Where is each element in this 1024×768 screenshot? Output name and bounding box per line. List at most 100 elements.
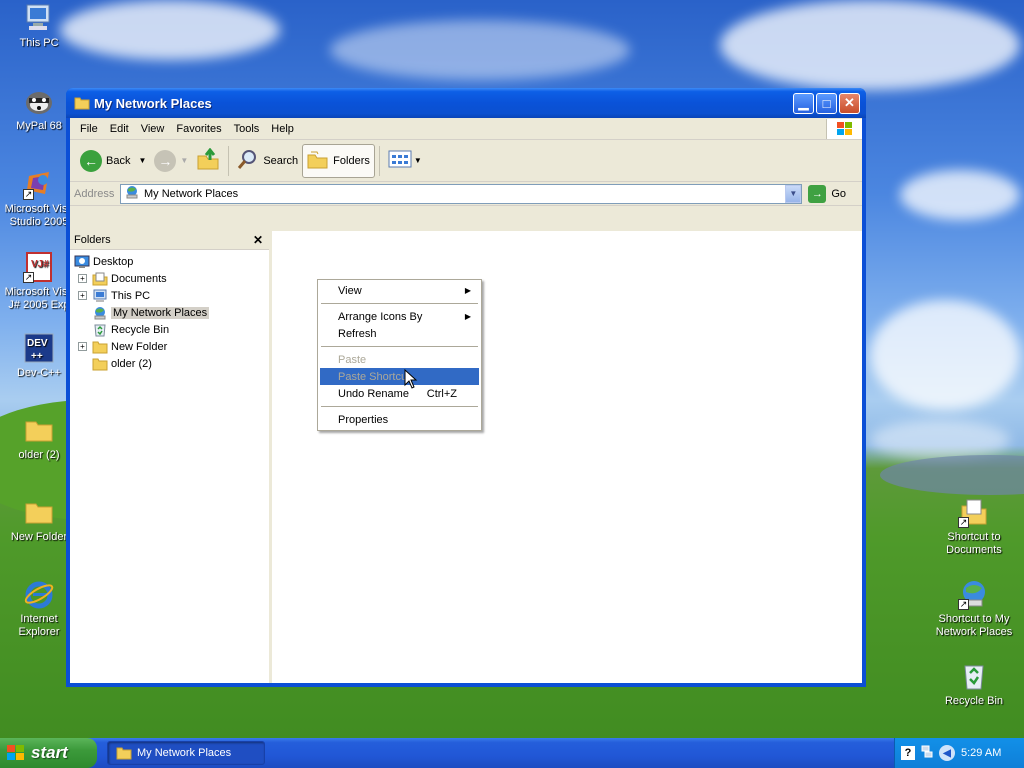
computer-icon xyxy=(23,2,55,34)
tree-item-my-network-places[interactable]: My Network Places xyxy=(70,304,269,321)
taskbar-button-label: My Network Places xyxy=(137,747,232,759)
folders-pane-header: Folders ✕ xyxy=(70,231,269,250)
views-button[interactable]: ▼ xyxy=(384,144,426,178)
ctx-item-arrange-icons[interactable]: Arrange Icons By ▶ xyxy=(320,308,479,325)
ctx-item-label: Paste Shortcut xyxy=(338,370,411,383)
forward-button[interactable]: → ▼ xyxy=(150,144,192,178)
window-title: My Network Places xyxy=(94,95,212,111)
tree-item-older[interactable]: older (2) xyxy=(70,355,269,372)
menu-file[interactable]: File xyxy=(74,123,104,135)
vj-icon: VJ# ↗ xyxy=(23,251,55,283)
chevron-down-icon: ▼ xyxy=(413,156,422,165)
ctx-item-paste-shortcut[interactable]: Paste Shortcut xyxy=(320,368,479,385)
forward-arrow-icon: → xyxy=(154,149,177,172)
chevron-left-icon[interactable]: ◀ xyxy=(939,745,955,761)
menu-separator xyxy=(321,406,478,407)
back-label: Back xyxy=(106,154,131,167)
ctx-item-view[interactable]: View ▶ xyxy=(320,282,479,299)
minimize-icon: ▁ xyxy=(798,95,809,110)
network-status-icon[interactable] xyxy=(921,745,933,762)
chevron-down-icon: ▼ xyxy=(180,156,189,165)
folder-icon xyxy=(23,414,55,446)
title-bar[interactable]: My Network Places ▁ □ ✕ xyxy=(66,88,866,118)
toolbar-separator xyxy=(378,145,380,176)
address-field[interactable]: My Network Places ▼ xyxy=(120,183,803,204)
menu-tools[interactable]: Tools xyxy=(228,123,266,135)
expand-toggle[interactable]: + xyxy=(78,291,87,300)
internet-explorer-icon xyxy=(23,578,55,610)
tree-item-recycle-bin[interactable]: Recycle Bin xyxy=(70,321,269,338)
menu-edit[interactable]: Edit xyxy=(104,123,135,135)
folder-icon xyxy=(116,746,132,760)
desktop-icon-label: Shortcut to My Network Places xyxy=(935,613,1013,638)
maximize-icon: □ xyxy=(822,95,831,111)
tree-item-documents[interactable]: + Documents xyxy=(70,270,269,287)
taskbar-button-my-network-places[interactable]: My Network Places xyxy=(107,741,265,765)
up-button[interactable] xyxy=(192,144,224,178)
folders-icon xyxy=(307,149,329,172)
folder-icon xyxy=(23,496,55,528)
search-label: Search xyxy=(263,154,299,167)
network-places-icon xyxy=(92,306,108,320)
address-dropdown-button[interactable]: ▼ xyxy=(785,184,802,203)
close-pane-icon[interactable]: ✕ xyxy=(253,233,263,247)
help-icon[interactable]: ? xyxy=(901,746,915,760)
close-button[interactable]: ✕ xyxy=(839,92,860,114)
tree-item-this-pc[interactable]: + This PC xyxy=(70,287,269,304)
submenu-arrow-icon: ▶ xyxy=(464,286,471,295)
tree-item-new-folder[interactable]: + New Folder xyxy=(70,338,269,355)
desktop-icon-label: Recycle Bin xyxy=(944,695,1004,707)
computer-icon xyxy=(92,289,108,303)
address-label: Address xyxy=(74,187,115,200)
chevron-down-icon: ▼ xyxy=(789,189,798,198)
svg-text:DEV: DEV xyxy=(27,338,48,349)
ctx-item-refresh[interactable]: Refresh xyxy=(320,325,479,342)
desktop-icon-label: This PC xyxy=(19,37,59,49)
desktop-icon-shortcut-documents[interactable]: ↗ Shortcut to Documents xyxy=(935,496,1013,557)
desktop-icon-label: Shortcut to Documents xyxy=(946,531,1002,556)
network-places-icon xyxy=(124,185,140,202)
folder-tree: Desktop + Documents + This PC My Network… xyxy=(70,250,269,372)
tree-item-label: New Folder xyxy=(111,340,168,353)
address-bar: Address My Network Places ▼ → Go xyxy=(70,182,862,206)
ctx-item-paste[interactable]: Paste xyxy=(320,351,479,368)
menu-separator xyxy=(321,346,478,347)
ctx-item-properties[interactable]: Properties xyxy=(320,411,479,428)
folders-pane: Folders ✕ Desktop + Documents + This PC … xyxy=(70,231,272,683)
svg-text:VJ#: VJ# xyxy=(31,259,49,270)
folders-button[interactable]: Folders xyxy=(302,143,375,178)
desktop-icon-shortcut-network[interactable]: ↗ Shortcut to My Network Places xyxy=(935,578,1013,639)
folder-icon xyxy=(74,96,90,110)
menu-separator xyxy=(321,303,478,304)
clock[interactable]: 5:29 AM xyxy=(961,747,1001,759)
start-button[interactable]: start xyxy=(0,738,97,768)
desktop-icon xyxy=(74,255,90,269)
folder-icon xyxy=(92,340,108,354)
go-button[interactable]: → Go xyxy=(808,184,858,203)
desktop-icon-this-pc[interactable]: This PC xyxy=(0,2,78,50)
tree-item-label: Documents xyxy=(111,272,167,285)
menu-view[interactable]: View xyxy=(135,123,171,135)
ctx-item-label: View xyxy=(338,284,362,297)
chevron-down-icon[interactable]: ▼ xyxy=(138,156,146,165)
ctx-item-label: Properties xyxy=(338,413,389,426)
search-button[interactable]: Search xyxy=(233,144,302,178)
maximize-button[interactable]: □ xyxy=(816,92,837,114)
back-button[interactable]: ← Back ▼ xyxy=(76,144,150,178)
desktop-icon-recycle-bin[interactable]: Recycle Bin xyxy=(935,660,1013,708)
folders-label: Folders xyxy=(333,154,370,167)
ctx-item-accelerator: Ctrl+Z xyxy=(426,387,457,400)
menu-help[interactable]: Help xyxy=(265,123,300,135)
menu-favorites[interactable]: Favorites xyxy=(170,123,227,135)
minimize-button[interactable]: ▁ xyxy=(793,92,814,114)
expand-toggle[interactable]: + xyxy=(78,342,87,351)
expand-toggle[interactable]: + xyxy=(78,274,87,283)
raccoon-browser-icon xyxy=(23,85,55,117)
tree-item-label: Recycle Bin xyxy=(111,323,170,336)
ctx-item-label: Arrange Icons By xyxy=(338,310,423,323)
windows-logo-icon xyxy=(826,118,862,139)
ctx-item-undo-rename[interactable]: Undo Rename Ctrl+Z xyxy=(320,385,479,402)
taskbar: start My Network Places ? ◀ 5:29 AM xyxy=(0,738,1024,768)
tree-item-desktop[interactable]: Desktop xyxy=(70,253,269,270)
tree-item-label: This PC xyxy=(111,289,151,302)
